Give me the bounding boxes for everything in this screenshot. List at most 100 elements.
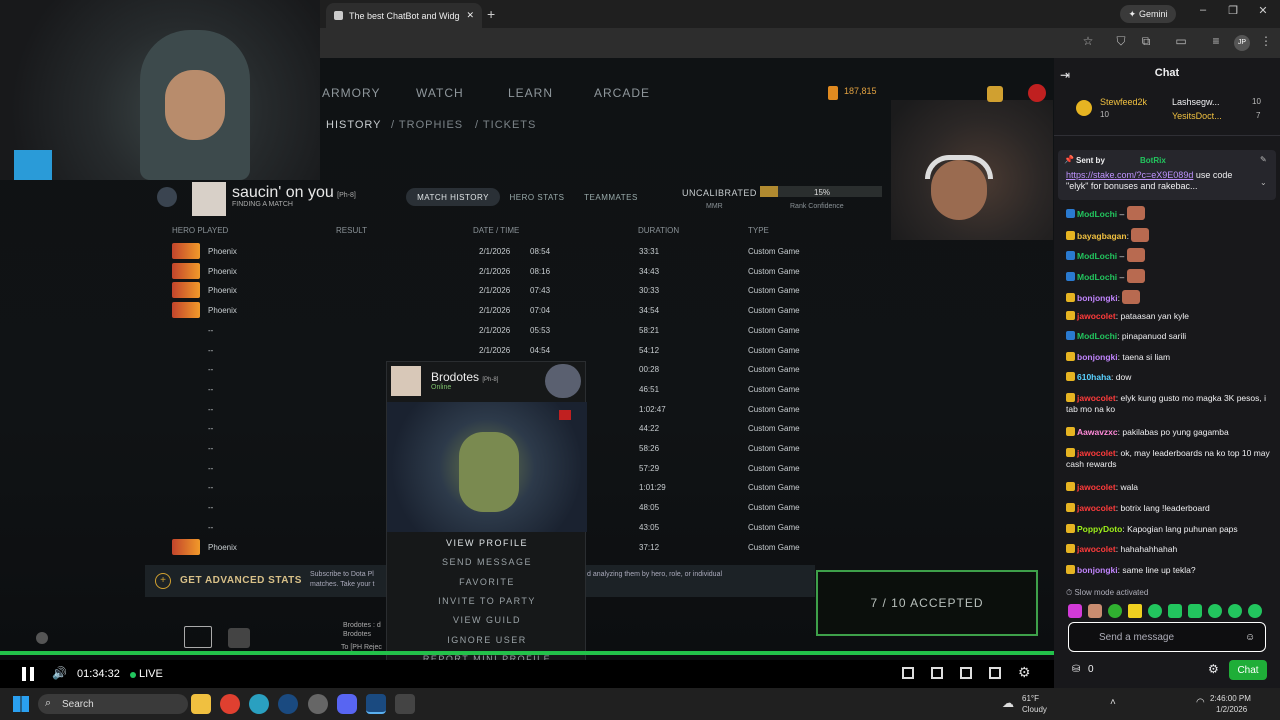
cast-icon[interactable]: ▭ <box>1173 34 1189 50</box>
clip-icon[interactable] <box>902 667 914 679</box>
close-window-icon[interactable]: ✕ <box>1248 4 1278 22</box>
chat-username[interactable]: ModLochi <box>1077 272 1117 282</box>
subnav-trophies[interactable]: / TROPHIES <box>391 119 463 131</box>
flag-icon <box>559 410 571 420</box>
popup-menu-item[interactable]: SEND MESSAGE <box>387 557 587 567</box>
browser-tab[interactable]: The best ChatBot and Widgets ✕ <box>326 3 482 28</box>
unpin-icon[interactable]: ✎ <box>1260 155 1267 164</box>
emote-7-icon[interactable] <box>1188 604 1202 618</box>
steam-icon[interactable] <box>278 694 298 714</box>
chat-username[interactable]: bonjongki <box>1077 293 1118 303</box>
shield-icon[interactable]: ⛉ <box>1113 34 1129 50</box>
notification-icon[interactable] <box>184 626 212 648</box>
emote-10-icon[interactable] <box>1248 604 1262 618</box>
file-explorer-icon[interactable] <box>191 694 211 714</box>
pause-icon[interactable] <box>22 667 34 681</box>
popup-menu-item[interactable]: FAVORITE <box>387 577 587 587</box>
settings-app-icon[interactable] <box>308 694 328 714</box>
chat-username[interactable]: ModLochi <box>1077 331 1117 341</box>
emoji-picker-icon[interactable]: ☺ <box>1245 632 1255 643</box>
chat-settings-icon[interactable]: ⚙ <box>1208 662 1219 676</box>
chat-username[interactable]: jawocolet <box>1077 448 1116 458</box>
discord-icon[interactable] <box>337 694 357 714</box>
emote-9-icon[interactable] <box>1228 604 1242 618</box>
tray-arrow-icon[interactable]: ˄ <box>1110 697 1116 708</box>
tab-teammates[interactable]: TEAMMATES <box>578 188 644 206</box>
popup-avatar[interactable] <box>391 366 421 396</box>
profile-avatar[interactable]: JP <box>1234 35 1250 51</box>
chat-username[interactable]: 610haha <box>1077 372 1111 382</box>
chrome-icon[interactable] <box>220 694 240 714</box>
emote-8-icon[interactable] <box>1208 604 1222 618</box>
taskbar-search[interactable]: Search <box>38 694 188 714</box>
reading-list-icon[interactable]: ≡ <box>1208 34 1224 50</box>
table-row[interactable]: -- 2/1/2026 04:54 54:12 Custom Game <box>160 341 905 361</box>
chat-username[interactable]: ModLochi <box>1077 209 1117 219</box>
channel-points-icon[interactable]: ⛁ <box>1072 664 1080 675</box>
tab-match-history[interactable]: MATCH HISTORY <box>406 188 500 206</box>
new-tab-icon[interactable]: + <box>487 6 495 22</box>
chat-input[interactable]: Send a message <box>1068 622 1266 652</box>
party-icon[interactable] <box>228 628 250 648</box>
table-row[interactable]: Phoenix 2/1/2026 08:16 34:43 Custom Game <box>160 262 905 282</box>
advanced-stats-label[interactable]: GET ADVANCED STATS <box>180 575 302 586</box>
chat-username[interactable]: bayagbagan <box>1077 231 1127 241</box>
send-chat-button[interactable]: Chat <box>1229 660 1267 680</box>
chat-username[interactable]: jawocolet <box>1077 482 1116 492</box>
browser-menu-icon[interactable]: ⋮ <box>1258 34 1274 50</box>
pinned-link[interactable]: https://stake.com/?c=eX9E089d <box>1066 170 1193 180</box>
gemini-button[interactable]: ✦ Gemini <box>1120 5 1176 23</box>
popup-menu-item[interactable]: INVITE TO PARTY <box>387 596 587 606</box>
nav-watch[interactable]: WATCH <box>416 86 464 100</box>
emote-2-icon[interactable] <box>1088 604 1102 618</box>
table-row[interactable]: Phoenix 2/1/2026 08:54 33:31 Custom Game <box>160 242 905 262</box>
power-icon[interactable] <box>1028 84 1046 102</box>
popup-menu-item[interactable]: IGNORE USER <box>387 635 587 645</box>
player-avatar[interactable] <box>192 182 226 216</box>
popup-menu-item[interactable]: VIEW PROFILE <box>387 538 587 548</box>
nav-arcade[interactable]: ARCADE <box>594 86 650 100</box>
chat-username[interactable]: PoppyDoto <box>1077 524 1122 534</box>
nav-armory[interactable]: ARMORY <box>322 86 380 100</box>
tab-close-icon[interactable]: ✕ <box>466 10 474 21</box>
emote-6-icon[interactable] <box>1168 604 1182 618</box>
emote-1-icon[interactable] <box>1068 604 1082 618</box>
subnav-tickets[interactable]: / TICKETS <box>475 119 536 131</box>
tab-hero-stats[interactable]: HERO STATS <box>504 188 570 206</box>
table-row[interactable]: Phoenix 2/1/2026 07:04 34:54 Custom Game <box>160 301 905 321</box>
chat-username[interactable]: jawocolet <box>1077 311 1116 321</box>
edge-icon[interactable] <box>249 694 269 714</box>
fullscreen-icon[interactable] <box>989 667 1001 679</box>
miniplayer-icon[interactable] <box>960 667 972 679</box>
volume-icon[interactable]: 🔊 <box>52 666 67 680</box>
emote-5-icon[interactable] <box>1148 604 1162 618</box>
settings-icon[interactable]: ⚙ <box>1018 664 1031 681</box>
chat-username[interactable]: Aawavzxc <box>1077 427 1118 437</box>
chat-username[interactable]: jawocolet <box>1077 503 1116 513</box>
emote-3-icon[interactable] <box>1108 604 1122 618</box>
hero-shield-icon[interactable] <box>987 86 1003 102</box>
calculator-icon[interactable] <box>395 694 415 714</box>
emote-4-icon[interactable] <box>1128 604 1142 618</box>
bookmark-star-icon[interactable]: ☆ <box>1080 34 1096 50</box>
theatre-mode-icon[interactable] <box>931 667 943 679</box>
wifi-icon[interactable]: ◠ <box>1196 697 1205 708</box>
chat-username[interactable]: bonjongki <box>1077 565 1118 575</box>
nav-learn[interactable]: LEARN <box>508 86 553 100</box>
chat-username[interactable]: bonjongki <box>1077 352 1118 362</box>
extensions-icon[interactable]: ⧉ <box>1138 34 1154 50</box>
table-row[interactable]: Phoenix 2/1/2026 07:43 30:33 Custom Game <box>160 281 905 301</box>
subnav-history[interactable]: HISTORY <box>326 119 382 131</box>
minimize-icon[interactable]: – <box>1188 4 1218 22</box>
chat-username[interactable]: jawocolet <box>1077 393 1116 403</box>
chat-username[interactable]: ModLochi <box>1077 251 1117 261</box>
expand-chevron-icon[interactable]: ⌄ <box>1260 178 1267 187</box>
popup-menu-item[interactable]: VIEW GUILD <box>387 615 587 625</box>
maximize-icon[interactable]: ❐ <box>1218 4 1248 22</box>
table-row[interactable]: -- 2/1/2026 05:53 58:21 Custom Game <box>160 321 905 341</box>
steam-active-icon[interactable] <box>366 694 386 714</box>
settings-cog-icon[interactable] <box>36 632 48 644</box>
windows-start-icon[interactable] <box>13 696 29 712</box>
video-progress-bar[interactable] <box>0 651 1054 655</box>
chat-username[interactable]: jawocolet <box>1077 544 1116 554</box>
